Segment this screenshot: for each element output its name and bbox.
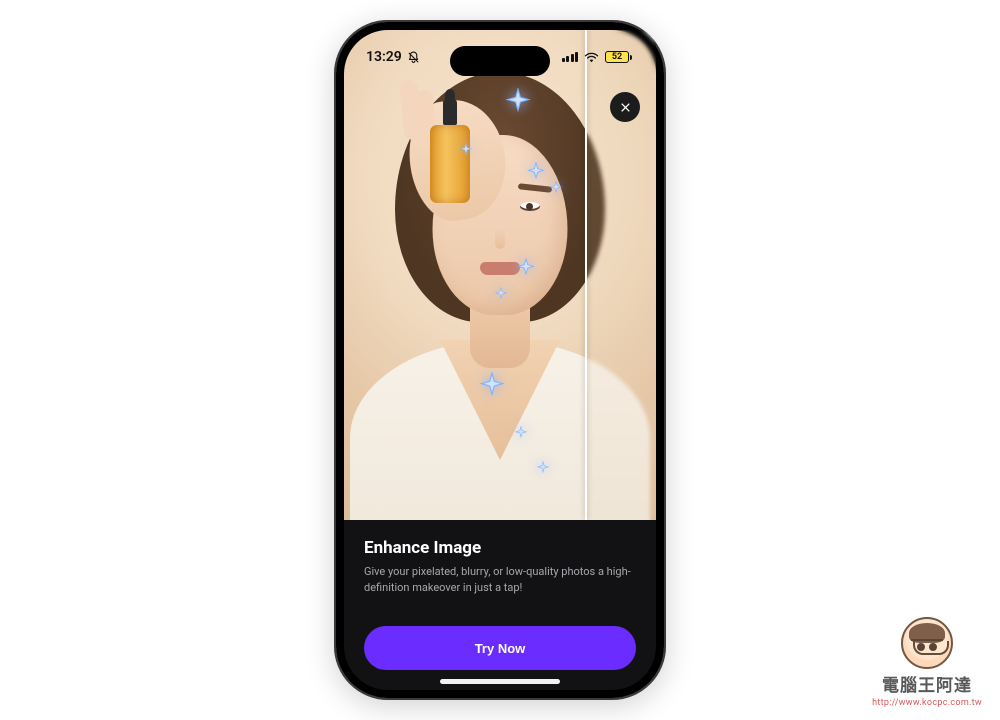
canvas: 13:29 — [0, 0, 1000, 720]
status-right: 52 — [562, 51, 633, 63]
silent-mode-icon — [407, 51, 420, 64]
compare-slider[interactable] — [585, 30, 587, 520]
source-watermark: 電腦王阿達 http://www.kocpc.com.tw — [872, 617, 982, 708]
feature-subtitle: Give your pixelated, blurry, or low-qual… — [364, 564, 634, 596]
watermark-text: 電腦王阿達 — [882, 671, 972, 696]
phone-screen: 13:29 — [344, 30, 656, 690]
feature-sheet: Enhance Image Give your pixelated, blurr… — [344, 520, 656, 690]
wifi-icon — [584, 52, 599, 63]
watermark-avatar-icon — [901, 617, 953, 669]
status-time: 13:29 — [366, 49, 402, 65]
battery-level: 52 — [605, 51, 629, 63]
close-icon — [619, 101, 632, 114]
home-indicator[interactable] — [440, 679, 560, 684]
dynamic-island — [450, 46, 550, 76]
close-button[interactable] — [610, 92, 640, 122]
battery-indicator: 52 — [605, 51, 632, 63]
cellular-icon — [562, 52, 579, 62]
preview-image — [344, 30, 656, 520]
phone-frame: 13:29 — [334, 20, 666, 700]
feature-title: Enhance Image — [364, 538, 636, 558]
dropper-bottle — [430, 125, 470, 203]
try-now-button[interactable]: Try Now — [364, 626, 636, 670]
status-left: 13:29 — [366, 49, 420, 65]
watermark-url: http://www.kocpc.com.tw — [872, 698, 982, 708]
